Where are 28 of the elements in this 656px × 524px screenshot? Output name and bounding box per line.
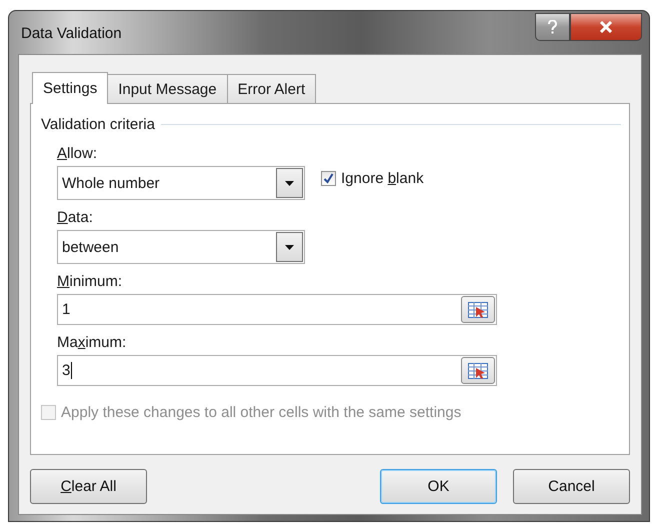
allow-dropdown[interactable]: Whole number <box>57 166 305 200</box>
group-title: Validation criteria <box>41 116 155 133</box>
tab[interactable]: Error Alert <box>226 74 316 103</box>
caret-icon <box>285 180 294 186</box>
help-button[interactable] <box>535 13 570 41</box>
dialog-button[interactable]: OK <box>380 469 497 504</box>
tab[interactable]: Input Message <box>107 74 228 103</box>
dialog-button[interactable]: Cancel <box>513 469 630 504</box>
field-label: Data: <box>57 209 93 226</box>
check-icon <box>323 173 334 184</box>
field-label: Allow: <box>57 145 98 162</box>
field-label: Minimum: <box>57 273 122 290</box>
range-select-button[interactable] <box>461 296 495 323</box>
caret-icon <box>285 244 294 250</box>
dialog-button[interactable]: Clear All <box>30 469 147 504</box>
data-dropdown[interactable]: between <box>57 230 305 264</box>
checkbox[interactable]: Ignore blank <box>321 170 424 187</box>
input-field[interactable]: 1 <box>57 294 497 325</box>
field-label: Maximum: <box>57 334 126 351</box>
window-title: Data Validation <box>21 25 122 42</box>
help-icon <box>548 20 557 34</box>
range-select-icon <box>468 362 488 378</box>
range-select-icon <box>468 302 488 318</box>
close-icon <box>599 21 613 33</box>
input-field[interactable]: 3 <box>57 355 497 386</box>
tab[interactable]: Settings <box>32 72 108 104</box>
close-button[interactable] <box>570 13 642 41</box>
range-select-button[interactable] <box>461 357 495 384</box>
